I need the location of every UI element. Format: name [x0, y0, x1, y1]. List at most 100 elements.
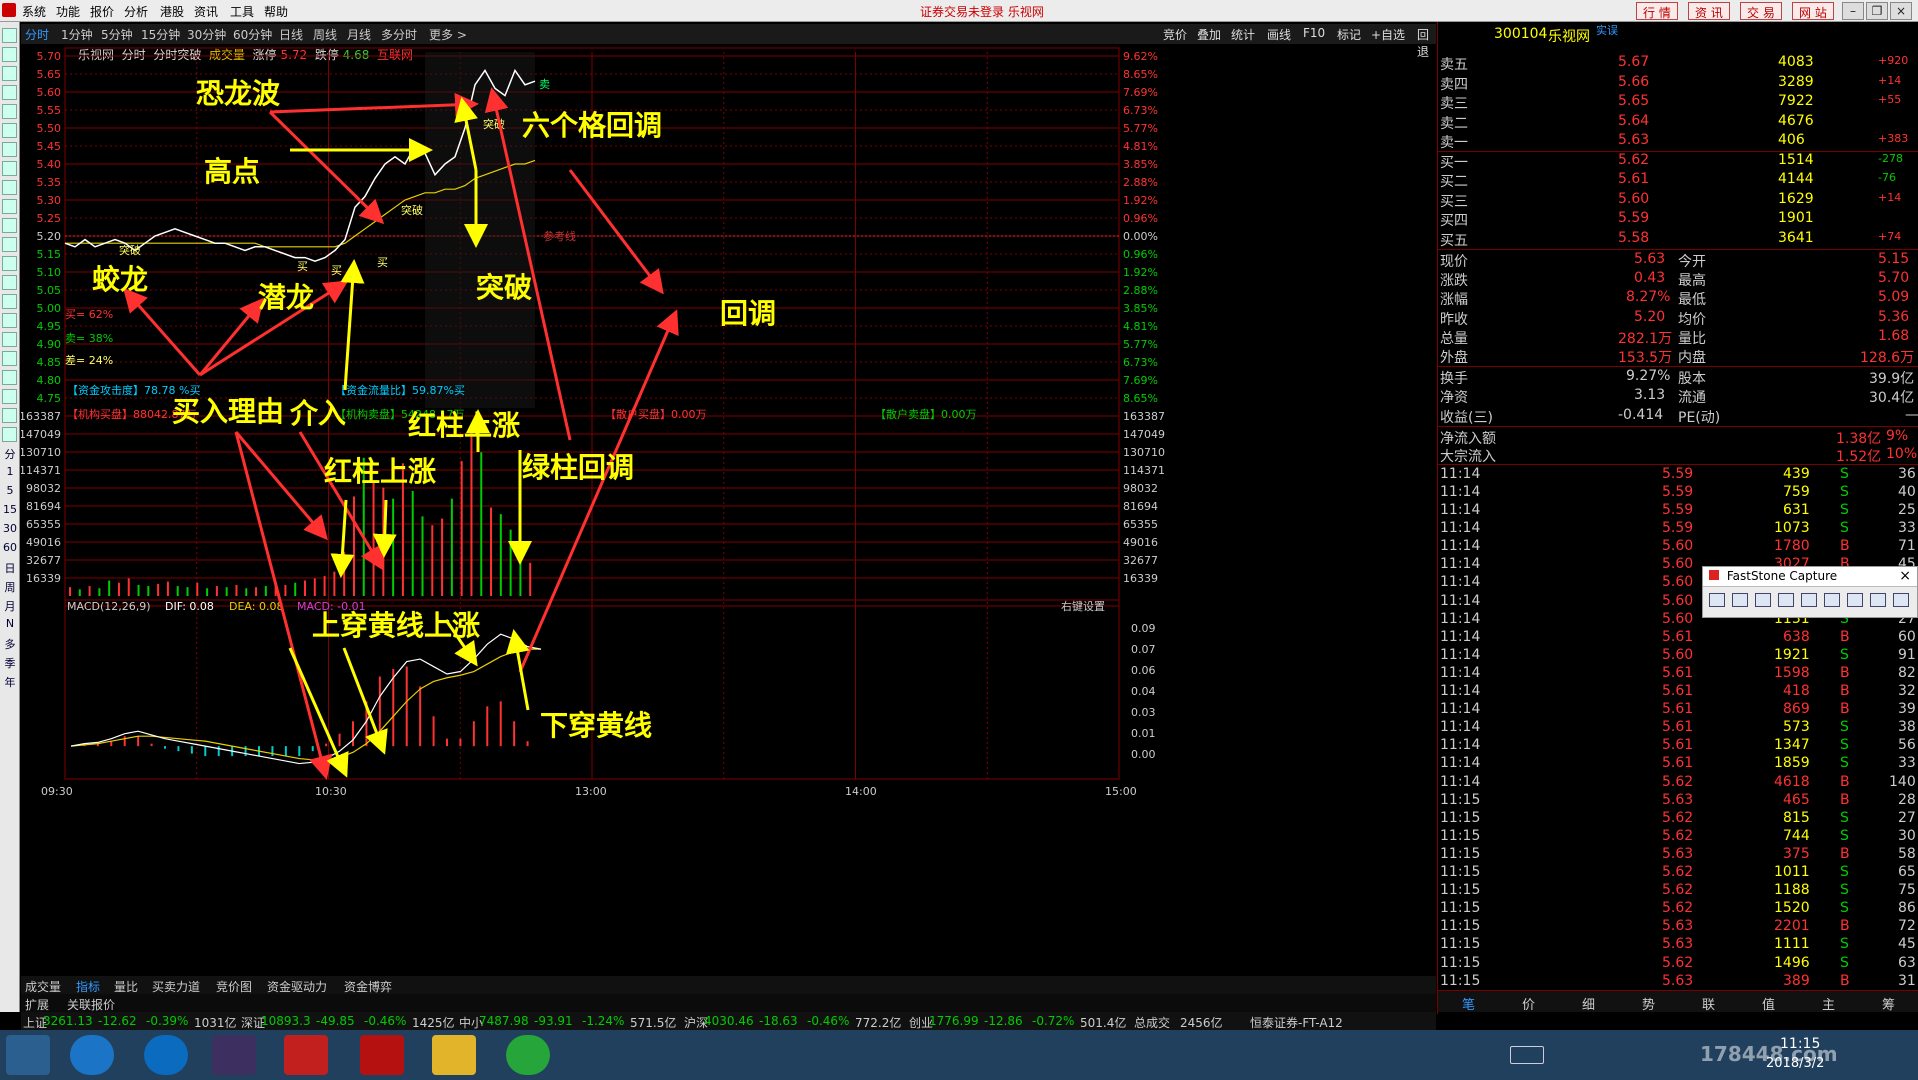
menu-item-function[interactable]: 功能 — [56, 3, 80, 20]
toolbar-icon[interactable] — [2, 313, 17, 328]
capture-tool-icon[interactable] — [1847, 593, 1863, 607]
toolbar-icon[interactable] — [2, 142, 17, 157]
toolbar-icon[interactable] — [2, 218, 17, 233]
indicator-tab[interactable]: 竞价图 — [216, 978, 252, 995]
tab-5min[interactable]: 5分钟 — [101, 26, 133, 43]
tab-60min[interactable]: 60分钟 — [233, 26, 272, 43]
toolbar-icon[interactable] — [2, 47, 17, 62]
period-shortcut[interactable]: 季 — [1, 655, 19, 671]
faststone-close-icon[interactable]: × — [1899, 568, 1911, 584]
menu-item-analysis[interactable]: 分析 — [124, 3, 148, 20]
menu-item-tools[interactable]: 工具 — [230, 3, 254, 20]
tab-30min[interactable]: 30分钟 — [187, 26, 226, 43]
tab-multi[interactable]: 多分时 — [381, 26, 417, 43]
tab-daily[interactable]: 日线 — [279, 26, 303, 43]
panel-tab[interactable]: 值 — [1762, 994, 1775, 1013]
toolbar-icon[interactable] — [2, 66, 17, 81]
toolbar-icon[interactable] — [2, 123, 17, 138]
panel-tab[interactable]: 联 — [1702, 994, 1715, 1013]
toolbar-icon[interactable] — [2, 389, 17, 404]
close-icon[interactable]: × — [1890, 2, 1912, 20]
capture-tool-icon[interactable] — [1824, 593, 1840, 607]
panel-tab[interactable]: 价 — [1522, 994, 1535, 1013]
toolbar-icon[interactable] — [2, 294, 17, 309]
indicator-tab[interactable]: 资金驱动力 — [267, 978, 327, 995]
tab-more[interactable]: 更多 > — [429, 26, 467, 43]
securities-app-icon[interactable] — [360, 1035, 404, 1075]
tab-1min[interactable]: 1分钟 — [61, 26, 93, 43]
tool-add-watchlist[interactable]: +自选 — [1371, 26, 1405, 43]
toolbar-icon[interactable] — [2, 370, 17, 385]
website-button[interactable]: 网 站 — [1792, 2, 1834, 20]
period-shortcut[interactable]: 周 — [1, 579, 19, 595]
tool-stats[interactable]: 统计 — [1231, 26, 1255, 43]
ie-icon[interactable] — [70, 1035, 114, 1075]
indicator-tab[interactable]: 买卖力道 — [152, 978, 200, 995]
right-click-settings[interactable]: 右键设置 — [1061, 599, 1105, 613]
panel-tab[interactable]: 筹 — [1882, 994, 1895, 1013]
period-shortcut[interactable]: N — [1, 617, 19, 630]
toolbar-icon[interactable] — [2, 85, 17, 100]
trade-button[interactable]: 交 易 — [1740, 2, 1782, 20]
toolbar-icon[interactable] — [2, 180, 17, 195]
period-shortcut[interactable]: 年 — [1, 674, 19, 690]
toolbar-icon[interactable] — [2, 199, 17, 214]
guitar-app-icon[interactable] — [212, 1035, 256, 1075]
toolbar-icon[interactable] — [2, 161, 17, 176]
toolbar-icon[interactable] — [2, 351, 17, 366]
extension-button[interactable]: 扩展 — [25, 996, 49, 1013]
capture-tool-icon[interactable] — [1755, 593, 1771, 607]
menu-item-hk[interactable]: 港股 — [160, 3, 184, 20]
period-shortcut[interactable]: 日 — [1, 560, 19, 576]
notes-app-icon[interactable] — [432, 1035, 476, 1075]
tool-draw[interactable]: 画线 — [1267, 26, 1291, 43]
tool-overlay[interactable]: 叠加 — [1197, 26, 1221, 43]
restore-icon[interactable]: ❐ — [1866, 2, 1888, 20]
faststone-capture-window[interactable]: FastStone Capture × — [1702, 566, 1918, 618]
related-quote-button[interactable]: 关联报价 — [67, 996, 115, 1013]
period-shortcut[interactable]: 30 — [1, 522, 19, 535]
capture-tool-icon[interactable] — [1801, 593, 1817, 607]
panel-tab[interactable]: 细 — [1582, 994, 1595, 1013]
capture-tool-icon[interactable] — [1870, 593, 1886, 607]
capture-tool-icon[interactable] — [1709, 593, 1725, 607]
toolbar-icon[interactable] — [2, 256, 17, 271]
period-shortcut[interactable]: 月 — [1, 598, 19, 614]
toolbar-icon[interactable] — [2, 104, 17, 119]
period-shortcut[interactable]: 15 — [1, 503, 19, 516]
period-shortcut[interactable]: 多 — [1, 636, 19, 652]
tab-15min[interactable]: 15分钟 — [141, 26, 180, 43]
capture-tool-icon[interactable] — [1778, 593, 1794, 607]
tool-mark[interactable]: 标记 — [1337, 26, 1361, 43]
menu-item-quote[interactable]: 报价 — [90, 3, 114, 20]
start-icon[interactable] — [6, 1035, 50, 1075]
quote-button[interactable]: 行 情 — [1636, 2, 1678, 20]
indicator-tab[interactable]: 资金博弈 — [344, 978, 392, 995]
toolbar-icon[interactable] — [2, 28, 17, 43]
menu-item-help[interactable]: 帮助 — [264, 3, 288, 20]
period-shortcut[interactable]: 分 — [1, 446, 19, 462]
capture-tool-icon[interactable] — [1893, 593, 1909, 607]
minimize-icon[interactable]: – — [1842, 2, 1864, 20]
tab-weekly[interactable]: 周线 — [313, 26, 337, 43]
toolbar-icon[interactable] — [2, 275, 17, 290]
toolbar-icon[interactable] — [2, 237, 17, 252]
indicator-tab[interactable]: 量比 — [114, 978, 138, 995]
panel-tab[interactable]: 主 — [1822, 994, 1835, 1013]
wechat-icon[interactable] — [506, 1035, 550, 1075]
menu-item-system[interactable]: 系统 — [22, 3, 46, 20]
tool-f10[interactable]: F10 — [1303, 26, 1325, 40]
tab-monthly[interactable]: 月线 — [347, 26, 371, 43]
period-shortcut[interactable]: 60 — [1, 541, 19, 554]
period-shortcut[interactable]: 5 — [1, 484, 19, 497]
keyboard-icon[interactable] — [1510, 1046, 1544, 1064]
tab-intraday[interactable]: 分时 — [25, 26, 49, 43]
capture-tool-icon[interactable] — [1732, 593, 1748, 607]
indicator-tab[interactable]: 指标 — [76, 978, 100, 995]
panel-tab[interactable]: 势 — [1642, 994, 1655, 1013]
period-shortcut[interactable]: 1 — [1, 465, 19, 478]
toolbar-icon[interactable] — [2, 408, 17, 423]
stock-app-icon[interactable] — [284, 1035, 328, 1075]
k-app-icon[interactable] — [144, 1035, 188, 1075]
news-button[interactable]: 资 讯 — [1688, 2, 1730, 20]
